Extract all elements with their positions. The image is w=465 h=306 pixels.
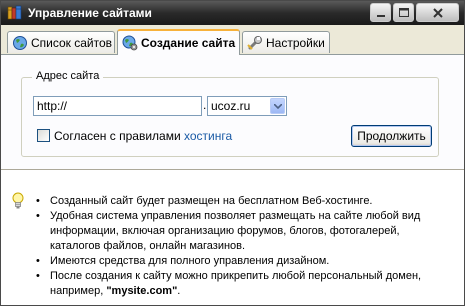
info-text-suffix: .: [177, 285, 181, 297]
site-url-input[interactable]: [33, 96, 202, 116]
info-text: Удобная система управления позволяет раз…: [50, 210, 421, 252]
globe-gear-icon: [122, 35, 138, 51]
bullet: •: [36, 210, 40, 222]
tab-label: Настройки: [266, 36, 325, 50]
info-text: Созданный сайт будет размещен на бесплат…: [50, 195, 373, 207]
example-domain: "mysite.com": [106, 285, 178, 297]
create-site-panel: Адрес сайта . ucoz.ru Согласен с правила…: [1, 54, 464, 169]
bullet: •: [36, 270, 40, 282]
lightbulb-icon: [12, 192, 24, 209]
close-icon: [433, 8, 443, 18]
tab-create-site[interactable]: Создание сайта: [117, 29, 240, 55]
list-item: • Удобная система управления позволяет ра…: [36, 209, 446, 254]
maximize-icon: [399, 8, 409, 17]
close-button[interactable]: [416, 3, 459, 22]
dropdown-button[interactable]: [270, 98, 285, 114]
info-list: • Созданный сайт будет размещен на беспла…: [36, 194, 446, 299]
books-icon: [7, 5, 22, 20]
continue-button[interactable]: Продолжить: [351, 125, 432, 147]
bullet: •: [36, 195, 40, 207]
agree-text: Согласен с правилами: [54, 129, 181, 143]
list-item: • Созданный сайт будет размещен на беспла…: [36, 194, 446, 209]
domain-select[interactable]: ucoz.ru: [207, 96, 287, 116]
title-bar[interactable]: Управление сайтами: [1, 1, 464, 25]
tab-label: Список сайтов: [31, 36, 113, 50]
domain-select-value: ucoz.ru: [211, 99, 251, 113]
agree-checkbox[interactable]: [37, 129, 50, 142]
hosting-rules-link[interactable]: хостинга: [184, 129, 232, 143]
minimize-button[interactable]: [370, 3, 391, 22]
domain-separator: .: [203, 98, 207, 112]
info-text: Имеются средства для полного управления …: [50, 255, 330, 267]
site-address-label: Адрес сайта: [32, 70, 104, 82]
bullet: •: [36, 255, 40, 267]
maximize-button[interactable]: [393, 3, 414, 22]
tab-site-list[interactable]: Список сайтов: [7, 31, 115, 53]
globe-icon: [13, 36, 27, 50]
tab-label: Создание сайта: [141, 36, 236, 50]
list-item: • Имеются средства для полного управления…: [36, 254, 446, 269]
minimize-icon: [377, 15, 385, 17]
info-section: • Созданный сайт будет размещен на беспла…: [1, 170, 464, 305]
wrench-icon: [247, 36, 262, 50]
window-title: Управление сайтами: [28, 6, 152, 20]
list-item: • После создания к сайту можно прикрепить…: [36, 269, 446, 299]
app-window: Управление сайтами Список сайтов Создани…: [0, 0, 465, 306]
chevron-down-icon: [274, 104, 282, 109]
tab-settings[interactable]: Настройки: [242, 31, 330, 53]
agree-label[interactable]: Согласен с правилами хостинга: [54, 129, 232, 143]
tab-strip: Список сайтов Создание сайта Настройки: [1, 25, 464, 55]
